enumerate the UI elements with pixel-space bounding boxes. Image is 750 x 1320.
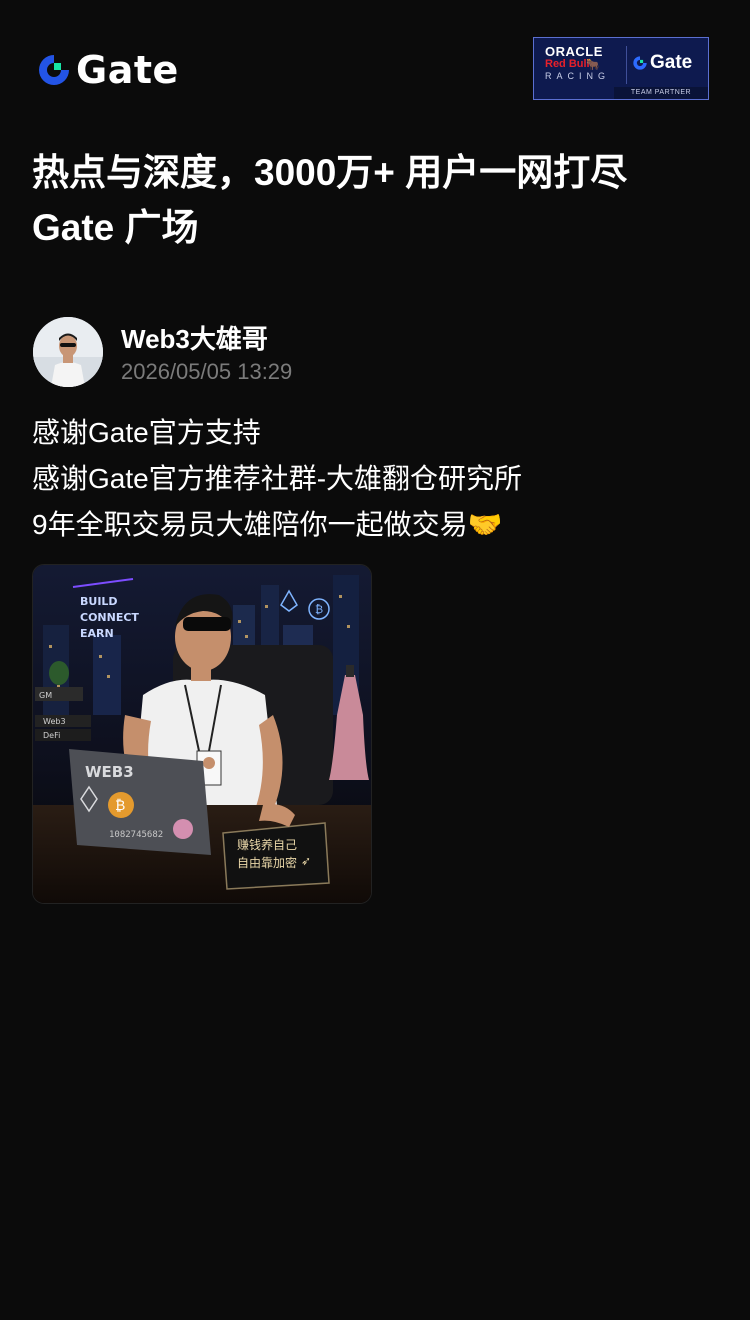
team-partner-label: TEAM PARTNER	[614, 87, 708, 99]
partner-gate-text: Gate	[650, 52, 693, 73]
laptop: WEB3 ₿ 1082745682	[69, 749, 211, 855]
redbull-bull-icon: 🐂	[586, 59, 600, 71]
desk-sign-line-2: 自由靠加密	[237, 855, 297, 870]
racing-label: RACING	[545, 71, 611, 81]
logo-text: Gate	[76, 48, 179, 92]
oracle-label: ORACLE	[545, 44, 603, 59]
badge-divider	[626, 46, 627, 84]
headline-line-2: Gate 广场	[32, 207, 199, 248]
author-name[interactable]: Web3大雄哥	[121, 319, 268, 356]
avatar[interactable]	[33, 317, 103, 387]
post-line-2: 感谢Gate官方推荐社群-大雄翻仓研究所	[32, 463, 523, 494]
post-content: 感谢Gate官方支持 感谢Gate官方推荐社群-大雄翻仓研究所 9年全职交易员大…	[32, 410, 722, 548]
post-timestamp: 2026/05/05 13:29	[121, 359, 293, 384]
post-image[interactable]: BUILD CONNECT EARN ₿ GM Web3 DeFi WEB3 ₿…	[32, 564, 372, 904]
laptop-number: 1082745682	[109, 830, 163, 840]
rocket-icon: ➶	[301, 854, 311, 868]
neon-connect: CONNECT	[80, 611, 139, 624]
shelf-gm: GM	[39, 691, 52, 700]
post-line-1: 感谢Gate官方支持	[32, 417, 261, 448]
header: Gate ORACLE Red Bull 🐂 RACING Gate TEAM …	[0, 0, 750, 140]
redbull-label: Red Bull	[545, 58, 590, 70]
page-title: 热点与深度，3000万+ 用户一网打尽 Gate 广场	[32, 145, 722, 255]
neon-earn: EARN	[80, 627, 114, 640]
gate-logo-icon	[39, 55, 69, 85]
partner-gate-logo: Gate	[632, 52, 692, 74]
shelf-defi: DeFi	[43, 731, 60, 740]
post-header: Web3大雄哥 2026/05/05 13:29	[33, 317, 723, 389]
desk-sign: 赚钱养自己 自由靠加密 ➶	[222, 822, 330, 890]
svg-text:₿: ₿	[315, 603, 323, 616]
shelf-web3: Web3	[43, 717, 66, 726]
neon-build: BUILD	[80, 595, 118, 608]
headline-line-1: 热点与深度，3000万+ 用户一网打尽	[32, 152, 628, 193]
gate-logo-icon	[633, 56, 647, 70]
svg-text:₿: ₿	[115, 798, 125, 814]
gate-logo[interactable]: Gate	[36, 48, 179, 92]
desk-sign-line-1: 赚钱养自己	[237, 837, 297, 852]
laptop-web3: WEB3	[85, 763, 134, 781]
post-line-3: 9年全职交易员大雄陪你一起做交易🤝	[32, 509, 503, 540]
team-partner-badge: ORACLE Red Bull 🐂 RACING Gate TEAM PARTN…	[533, 37, 709, 100]
